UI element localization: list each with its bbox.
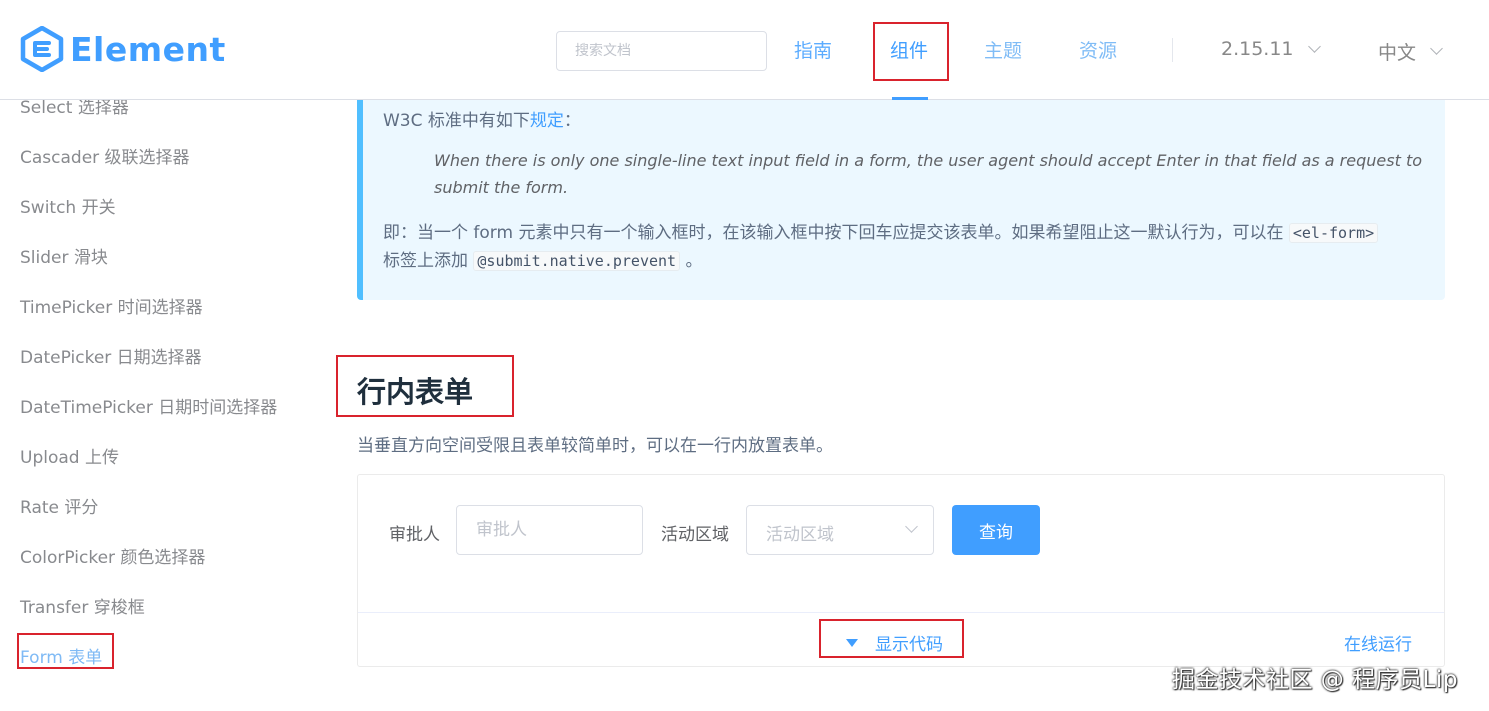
run-online-link[interactable]: 在线运行 (1344, 630, 1412, 655)
sidebar-item-datetimepicker[interactable]: DateTimePicker 日期时间选择器 (20, 393, 277, 418)
sidebar-item-slider[interactable]: Slider 滑块 (20, 243, 108, 268)
chevron-down-icon (1307, 39, 1321, 53)
sidebar-item-switch[interactable]: Switch 开关 (20, 193, 116, 218)
nav-theme[interactable]: 主题 (984, 36, 1022, 63)
show-code-label: 显示代码 (875, 635, 943, 655)
sidebar-item-datepicker[interactable]: DatePicker 日期选择器 (20, 343, 202, 368)
search-input[interactable] (556, 31, 767, 71)
tip-block: W3C 标准中有如下规定： When there is only one sin… (357, 100, 1445, 300)
show-code-toggle[interactable]: 显示代码 (846, 630, 943, 655)
sidebar-item-rate[interactable]: Rate 评分 (20, 493, 98, 518)
tip-body-mid: 标签上添加 (383, 251, 468, 271)
sidebar-item-transfer[interactable]: Transfer 穿梭框 (20, 593, 145, 618)
version-dropdown[interactable]: 2.15.11 (1221, 38, 1321, 60)
version-label: 2.15.11 (1221, 38, 1294, 60)
region-select-placeholder: 活动区域 (766, 525, 834, 545)
watermark: 掘金技术社区 @ 程序员Lip (1172, 667, 1458, 693)
sidebar-item-upload[interactable]: Upload 上传 (20, 443, 119, 468)
tip-body-suffix: 。 (685, 251, 703, 271)
demo-block: 审批人 活动区域 活动区域 查询 显示代码 在线运行 (357, 474, 1445, 667)
nav-resource[interactable]: 资源 (1079, 36, 1117, 63)
section-title: 行内表单 (357, 375, 474, 409)
caret-down-icon (846, 638, 858, 647)
element-logo-icon (20, 26, 64, 72)
nav-active-underline (892, 97, 928, 100)
tip-heading-suffix: ： (563, 111, 581, 131)
approver-label: 审批人 (389, 525, 440, 545)
region-label: 活动区域 (661, 525, 729, 545)
tip-quote: When there is only one single-line text … (434, 151, 1422, 197)
code-el-form: <el-form> (1288, 223, 1379, 243)
query-button[interactable]: 查询 (952, 505, 1040, 555)
sidebar-item-cascader[interactable]: Cascader 级联选择器 (20, 143, 190, 168)
language-label: 中文 (1378, 42, 1417, 64)
sidebar-item-timepicker[interactable]: TimePicker 时间选择器 (20, 293, 203, 318)
tip-body: 即：当一个 form 元素中只有一个输入框时，在该输入框中按下回车应提交该表单。… (383, 219, 1423, 275)
code-submit-prevent: @submit.native.prevent (473, 251, 681, 271)
language-dropdown[interactable]: 中文 (1378, 38, 1443, 65)
highlight-box-sidebar-form (17, 633, 114, 669)
chevron-down-icon (1430, 42, 1443, 55)
demo-divider (358, 612, 1444, 613)
region-select[interactable]: 活动区域 (746, 505, 934, 555)
top-header: Element 指南 组件 主题 资源 2.15.11 中文 (0, 0, 1489, 100)
tip-body-prefix: 即：当一个 form 元素中只有一个输入框时，在该输入框中按下回车应提交该表单。… (383, 223, 1284, 243)
sidebar-item-colorpicker[interactable]: ColorPicker 颜色选择器 (20, 543, 205, 568)
chevron-down-icon (905, 520, 918, 533)
highlight-box-nav-component (873, 22, 949, 81)
nav-guide[interactable]: 指南 (794, 36, 832, 63)
element-logo[interactable]: Element (20, 26, 226, 72)
tip-heading-prefix: W3C 标准中有如下 (383, 111, 530, 131)
section-description: 当垂直方向空间受限且表单较简单时，可以在一行内放置表单。 (357, 436, 833, 456)
approver-input[interactable] (456, 505, 643, 555)
spec-link[interactable]: 规定 (530, 111, 564, 131)
logo-text: Element (70, 29, 226, 69)
nav-divider (1172, 38, 1173, 62)
sidebar: Select 选择器 Cascader 级联选择器 Switch 开关 Slid… (0, 100, 330, 711)
sidebar-item-select[interactable]: Select 选择器 (20, 100, 129, 118)
tip-heading: W3C 标准中有如下规定： (383, 106, 581, 131)
